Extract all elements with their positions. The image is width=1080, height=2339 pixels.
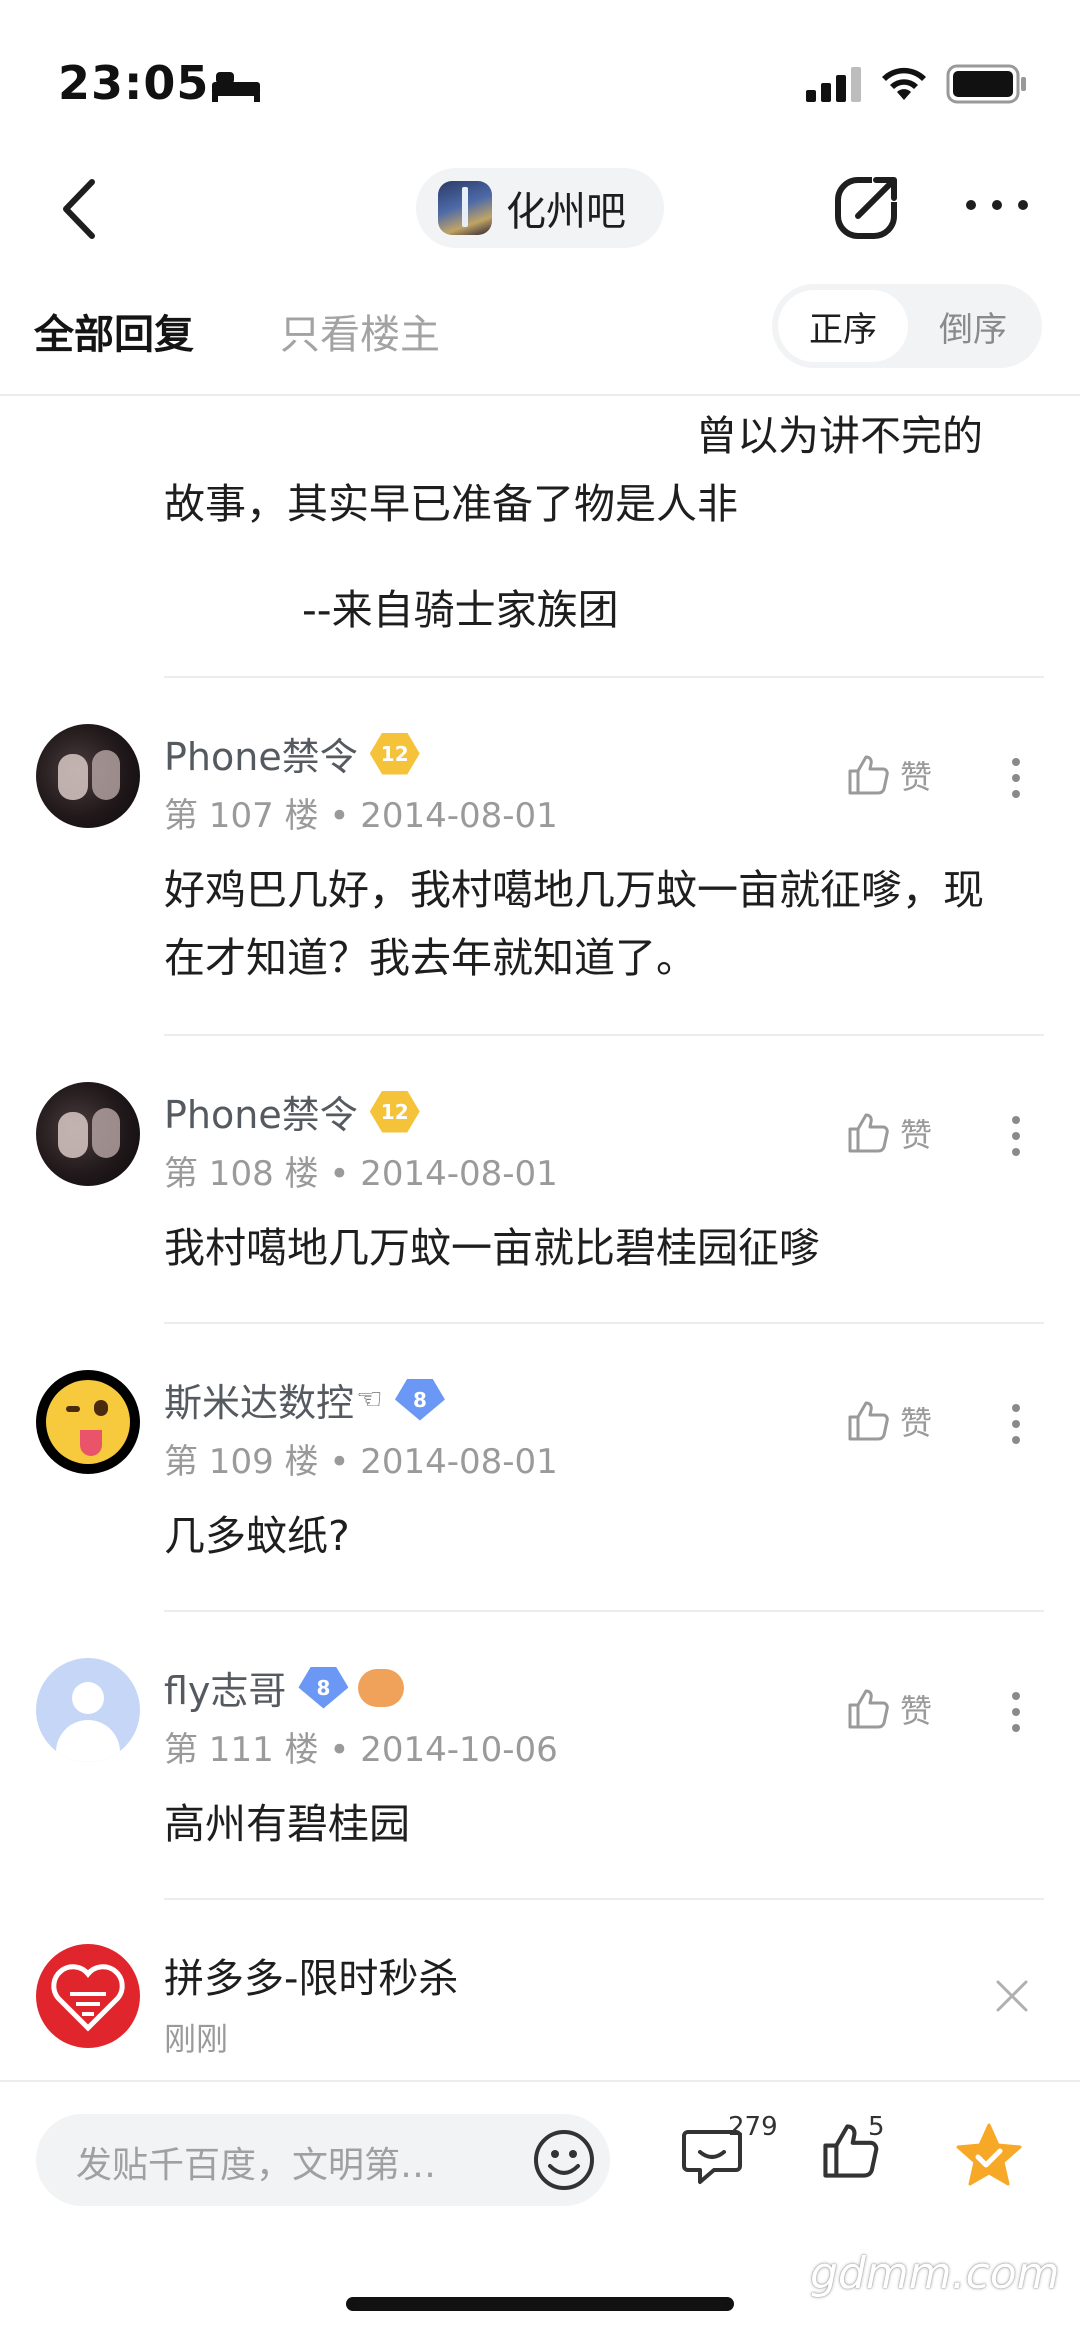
reply-input-placeholder: 发贴千百度，文明第… xyxy=(76,2145,437,2186)
pointing-hand-icon: ☜ xyxy=(356,1382,383,1417)
sort-descending-button[interactable]: 倒序 xyxy=(910,290,1036,362)
floor-number: 第 108 楼 xyxy=(164,1154,319,1194)
post-content: 高州有碧桂园 xyxy=(164,1800,410,1848)
avatar[interactable] xyxy=(36,1658,140,1762)
tab-only-op[interactable]: 只看楼主 xyxy=(280,302,440,360)
forum-entry-button[interactable]: 化州吧 xyxy=(416,168,664,248)
level-badge: 8 xyxy=(394,1378,445,1421)
thumbs-up-icon xyxy=(848,755,889,795)
floor-number: 第 111 楼 xyxy=(164,1730,319,1770)
like-button[interactable]: 赞 xyxy=(846,752,932,798)
post-more-icon[interactable] xyxy=(1010,756,1022,800)
heart-logo-icon xyxy=(51,1964,125,2032)
post-signature-line: 曾以为讲不完的 xyxy=(696,412,983,460)
top-nav-bar: 化州吧 xyxy=(0,150,1080,270)
forum-name: 化州吧 xyxy=(506,189,626,235)
avatar[interactable] xyxy=(36,1082,140,1186)
like-label: 赞 xyxy=(900,758,933,796)
forum-avatar xyxy=(438,181,492,235)
post-content: 几多蚊纸? xyxy=(164,1512,350,1560)
ad-app-logo[interactable] xyxy=(36,1944,140,2048)
post-signature-line: 故事，其实早已准备了物是人非 xyxy=(164,480,738,528)
floor-number: 第 109 楼 xyxy=(164,1442,319,1482)
post-more-icon[interactable] xyxy=(1010,1402,1022,1446)
post-signature-source: --来自骑士家族团 xyxy=(302,586,619,634)
meta-separator: • xyxy=(329,1730,350,1770)
like-button[interactable]: 赞 xyxy=(846,1686,932,1732)
like-button[interactable]: 赞 xyxy=(846,1110,932,1156)
floor-number: 第 107 楼 xyxy=(164,796,319,836)
post-date: 2014-08-01 xyxy=(360,796,558,836)
divider xyxy=(164,1898,1044,1900)
post-more-icon[interactable] xyxy=(1010,1690,1022,1734)
close-icon[interactable] xyxy=(994,1978,1030,2014)
level-badge: 12 xyxy=(369,1090,420,1133)
post-content: 我村噶地几万蚊一亩就比碧桂园征嗲 xyxy=(164,1224,820,1272)
username-row: 斯米达数控 ☜ 8 xyxy=(164,1372,445,1427)
username[interactable]: Phone禁令 xyxy=(164,1084,358,1139)
username-row: Phone禁令 12 xyxy=(164,726,420,781)
username[interactable]: 斯米达数控 xyxy=(164,1372,354,1427)
sort-ascending-button[interactable]: 正序 xyxy=(778,290,908,362)
post-content: 好鸡巴几好，我村噶地几万蚊一亩就征嗲，现在才知道？我去年就知道了。 xyxy=(164,866,984,982)
reply-count: 279 xyxy=(728,2112,778,2142)
avatar[interactable] xyxy=(36,1370,140,1474)
emoji-icon[interactable] xyxy=(528,2124,600,2196)
post-date: 2014-08-01 xyxy=(360,1442,558,1482)
post-meta: 第 109 楼 • 2014-08-01 xyxy=(164,1434,558,1483)
level-badge: 8 xyxy=(298,1666,349,1709)
sleep-mode-icon xyxy=(212,72,260,102)
divider xyxy=(164,1034,1044,1036)
like-label: 赞 xyxy=(900,1692,933,1730)
post-meta: 第 111 楼 • 2014-10-06 xyxy=(164,1722,558,1771)
post-date: 2014-10-06 xyxy=(360,1730,558,1770)
meta-separator: • xyxy=(329,1442,350,1482)
ad-time: 刚刚 xyxy=(164,2020,229,2058)
username-row: Phone禁令 12 xyxy=(164,1084,420,1139)
more-options-icon[interactable] xyxy=(964,198,1030,212)
meta-separator: • xyxy=(329,1154,350,1194)
status-time: 23:05 xyxy=(58,56,210,110)
reply-input[interactable]: 发贴千百度，文明第… xyxy=(36,2114,610,2206)
watermark: gdmm.com xyxy=(810,2248,1060,2299)
favorite-star-icon[interactable] xyxy=(954,2122,1024,2188)
divider xyxy=(164,676,1044,678)
thumbs-up-icon xyxy=(848,1401,889,1441)
reply-filter-tabs: 全部回复 只看楼主 正序 倒序 xyxy=(0,270,1080,396)
like-label: 赞 xyxy=(900,1404,933,1442)
tab-all-replies[interactable]: 全部回复 xyxy=(34,302,194,360)
home-indicator[interactable] xyxy=(346,2297,734,2311)
post-meta: 第 107 楼 • 2014-08-01 xyxy=(164,788,558,837)
back-arrow-icon[interactable] xyxy=(52,176,112,242)
status-bar: 23:05 xyxy=(0,0,1080,150)
battery-icon xyxy=(946,64,1026,104)
gamepad-badge-icon xyxy=(358,1668,405,1707)
like-label: 赞 xyxy=(900,1116,933,1154)
divider xyxy=(0,2080,1080,2082)
divider xyxy=(164,1322,1044,1324)
like-button[interactable]: 赞 xyxy=(846,1398,932,1444)
username-row: fly志哥 8 xyxy=(164,1660,405,1715)
divider xyxy=(164,1610,1044,1612)
username[interactable]: Phone禁令 xyxy=(164,726,358,781)
post-more-icon[interactable] xyxy=(1010,1114,1022,1158)
thumbs-up-icon xyxy=(848,1689,889,1729)
level-badge: 12 xyxy=(369,732,420,775)
ad-title[interactable]: 拼多多-限时秒杀 xyxy=(164,1946,458,2004)
meta-separator: • xyxy=(329,796,350,836)
post-meta: 第 108 楼 • 2014-08-01 xyxy=(164,1146,558,1195)
thumbs-up-icon xyxy=(848,1113,889,1153)
wifi-icon xyxy=(882,67,926,100)
cellular-signal-icon xyxy=(806,67,861,102)
avatar[interactable] xyxy=(36,724,140,828)
share-icon[interactable] xyxy=(832,170,904,242)
username[interactable]: fly志哥 xyxy=(164,1660,286,1715)
sort-order-toggle: 正序 倒序 xyxy=(772,284,1042,368)
like-count: 5 xyxy=(868,2112,885,2142)
post-date: 2014-08-01 xyxy=(360,1154,558,1194)
